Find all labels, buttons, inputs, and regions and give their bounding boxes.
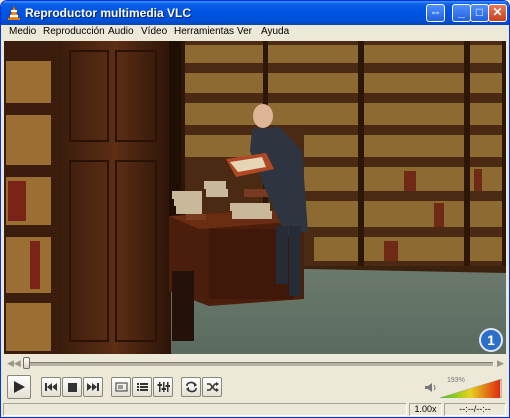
menu-herramientas[interactable]: Herramientas — [174, 26, 234, 37]
volume-slider[interactable] — [440, 379, 502, 398]
time-display[interactable]: --:--/--:-- — [444, 403, 506, 416]
seek-slider[interactable] — [25, 362, 493, 366]
loop-icon — [186, 381, 197, 393]
vlc-window: Reproductor multimedia VLC ⇔ _ □ ✕ Medio… — [0, 0, 510, 418]
menu-audio[interactable]: Audio — [108, 26, 134, 37]
menu-ver[interactable]: Ver — [237, 26, 252, 37]
fullscreen-button[interactable] — [111, 377, 131, 397]
title-bar[interactable]: Reproductor multimedia VLC ⇔ _ □ ✕ — [1, 1, 509, 25]
seek-back-icon[interactable]: ◀◀ — [7, 358, 21, 369]
chair — [172, 271, 194, 341]
status-message — [3, 403, 407, 416]
stop-button[interactable] — [62, 377, 82, 397]
play-button[interactable] — [7, 375, 31, 399]
previous-button[interactable] — [41, 377, 61, 397]
menu-video[interactable]: Vídeo — [141, 26, 167, 37]
next-button[interactable] — [83, 377, 103, 397]
fullscreen-icon — [115, 382, 128, 392]
menu-reproduccion[interactable]: Reproducción — [43, 26, 105, 37]
playback-speed[interactable]: 1.00x — [409, 403, 442, 416]
video-frame — [4, 41, 506, 354]
previous-icon — [45, 383, 57, 391]
status-bar: 1.00x --:--/--:-- — [1, 402, 509, 417]
stop-icon — [68, 383, 77, 392]
seek-row: ◀◀ ▶ — [1, 354, 509, 372]
extended-view-button[interactable]: ⇔ — [426, 4, 445, 22]
channel-logo: 1 — [479, 328, 503, 352]
random-icon — [207, 382, 219, 392]
speaker-icon[interactable] — [425, 382, 437, 393]
extended-settings-button[interactable] — [153, 377, 173, 397]
controls-bar: 193% — [1, 373, 509, 401]
menu-medio[interactable]: Medio — [9, 26, 36, 37]
vlc-cone-icon — [8, 5, 20, 20]
menu-ayuda[interactable]: Ayuda — [261, 26, 289, 37]
extended-settings-icon — [157, 382, 170, 392]
close-button[interactable]: ✕ — [488, 4, 507, 22]
seek-forward-icon[interactable]: ▶ — [497, 358, 504, 369]
maximize-button[interactable]: □ — [470, 4, 489, 22]
seek-handle[interactable] — [23, 357, 30, 369]
playlist-button[interactable] — [132, 377, 152, 397]
bookshelves-left — [4, 41, 59, 354]
next-icon — [87, 383, 99, 391]
random-button[interactable] — [202, 377, 222, 397]
play-icon — [14, 381, 25, 393]
loop-button[interactable] — [181, 377, 201, 397]
minimize-button[interactable]: _ — [452, 4, 471, 22]
video-area[interactable]: 1 — [4, 41, 506, 354]
playlist-icon — [137, 383, 148, 391]
menu-bar: Medio Reproducción Audio Vídeo Herramien… — [1, 25, 509, 41]
window-title: Reproductor multimedia VLC — [25, 6, 192, 20]
